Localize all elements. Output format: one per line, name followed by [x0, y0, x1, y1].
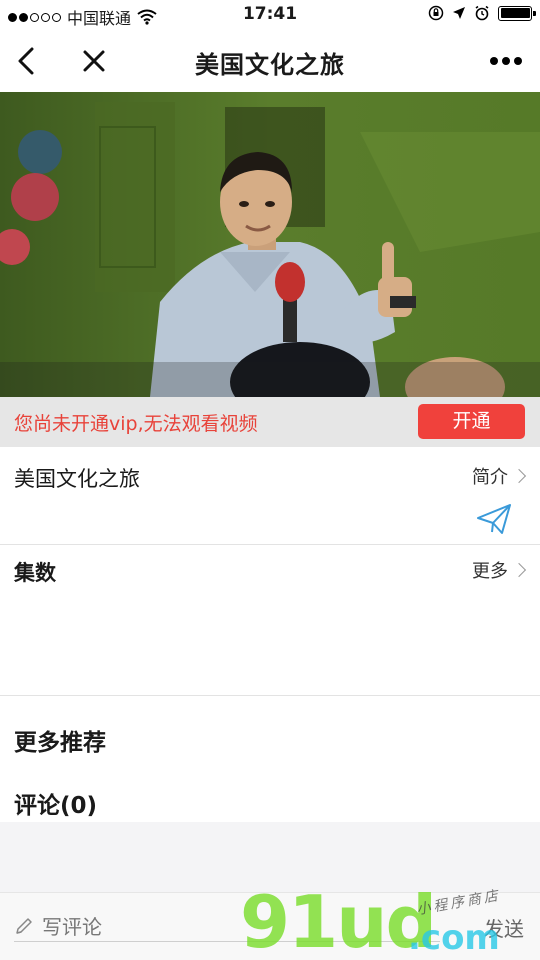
chevron-right-icon [511, 468, 527, 484]
video-poster-image [0, 92, 540, 397]
episodes-more-link[interactable]: 更多 [472, 557, 527, 583]
video-player[interactable] [0, 92, 540, 397]
pencil-icon [16, 917, 32, 934]
comment-input[interactable]: 写评论 [14, 911, 102, 940]
vip-notice-text: 您尚未开通vip,无法观看视频 [14, 413, 258, 435]
alarm-icon [475, 5, 489, 21]
episodes-section: 集数 更多 [0, 545, 540, 695]
close-button[interactable] [76, 42, 112, 80]
episodes-more-label: 更多 [472, 561, 508, 582]
comments-list [0, 822, 540, 892]
status-bar: 中国联通 17:41 [0, 0, 540, 30]
intro-link[interactable]: 简介 [472, 463, 527, 489]
page-title: 美国文化之旅 [195, 51, 345, 79]
comment-underline [14, 941, 440, 942]
status-right [428, 5, 536, 21]
vip-notice-bar: 您尚未开通vip,无法观看视频 开通 [0, 397, 540, 447]
activate-vip-button[interactable]: 开通 [418, 404, 525, 439]
more-dot-icon [502, 57, 510, 65]
recommend-title: 更多推荐 [14, 730, 106, 756]
course-title: 美国文化之旅 [14, 467, 140, 491]
nav-bar: 美国文化之旅 [0, 30, 540, 92]
back-button[interactable] [10, 42, 42, 80]
more-dot-icon [490, 57, 498, 65]
comment-placeholder: 写评论 [42, 915, 102, 939]
chevron-right-icon [511, 562, 527, 578]
recommend-comment-section: 更多推荐 评论(0) [0, 696, 540, 822]
more-options-button[interactable] [486, 48, 526, 74]
episodes-title: 集数 [14, 561, 56, 585]
more-dot-icon [514, 57, 522, 65]
close-icon [83, 50, 105, 72]
battery-icon [498, 5, 536, 21]
course-info-section: 美国文化之旅 简介 [0, 447, 540, 545]
share-button[interactable] [476, 503, 512, 535]
location-icon [453, 7, 465, 19]
rotation-lock-icon [428, 5, 444, 21]
send-button[interactable]: 发送 [484, 913, 524, 942]
chevron-left-icon [18, 47, 34, 75]
comment-bar: 写评论 发送 [0, 892, 540, 960]
intro-label: 简介 [472, 467, 508, 488]
comments-title: 评论(0) [14, 793, 98, 819]
